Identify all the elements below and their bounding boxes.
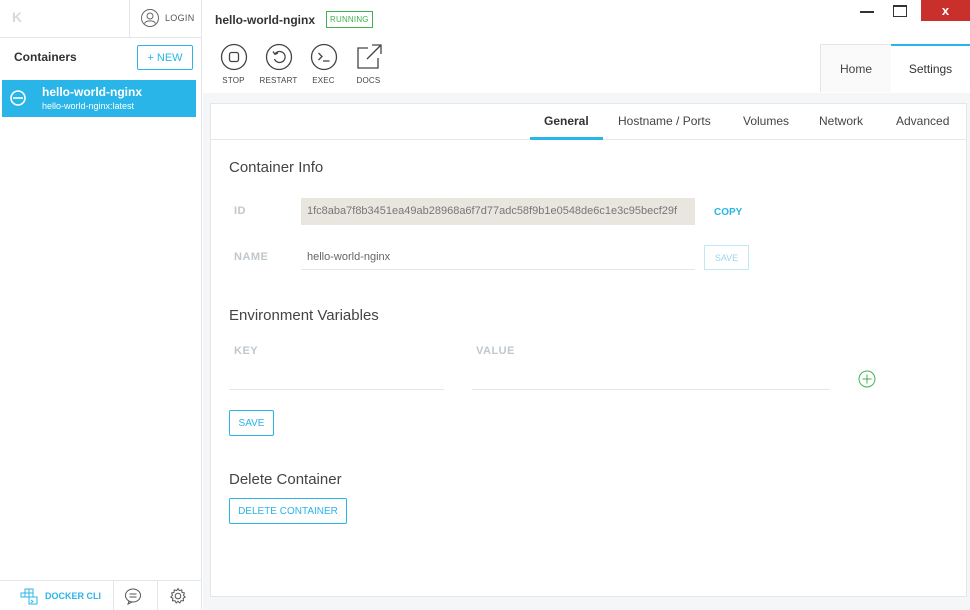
exec-button[interactable]: EXEC [301,43,346,93]
settings-subtabs: General Hostname / Ports Volumes Network… [211,104,966,140]
subtab-advanced[interactable]: Advanced [896,114,949,128]
subtab-network[interactable]: Network [819,114,863,128]
terminal-icon [310,43,337,71]
restart-button[interactable]: RESTART [256,43,301,93]
title-bar: hello-world-nginx RUNNING x [203,0,970,40]
docs-button[interactable]: DOCS [346,43,391,93]
container-name-input[interactable] [301,245,695,270]
kitematic-logo: K [12,9,22,25]
divider [129,0,130,38]
delete-container-button[interactable]: DELETE CONTAINER [229,498,347,524]
docker-cli-button[interactable]: DOCKER CLI [20,587,101,605]
restart-icon [265,43,292,71]
container-id-field: 1fc8aba7f8b3451ea49ab28968a6f7d77adc58f9… [301,198,695,225]
env-key-input[interactable] [229,360,444,390]
save-env-button[interactable]: SAVE [229,410,274,436]
sidebar-top-bar: K LOGIN [0,0,201,38]
user-icon [141,9,159,27]
env-value-label: VALUE [476,345,515,357]
sidebar: K LOGIN Containers + NEW hello-world-ngi… [0,0,202,610]
container-toolbar: STOP RESTART EXEC DOCS [211,43,391,93]
add-env-var-button[interactable] [858,370,876,388]
container-list-item[interactable]: hello-world-nginx hello-world-nginx:late… [2,80,196,117]
login-label: LOGIN [165,13,195,23]
settings-panel: General Hostname / Ports Volumes Network… [210,103,967,597]
status-badge: RUNNING [326,11,373,28]
container-status-icon [10,90,26,106]
env-value-input[interactable] [472,360,830,390]
containers-title: Containers [14,50,77,64]
copy-id-button[interactable]: COPY [714,207,742,218]
maximize-button[interactable] [893,5,907,17]
new-container-button[interactable]: + NEW [137,45,193,70]
container-info-title: Container Info [229,159,324,176]
subtab-hostname-ports[interactable]: Hostname / Ports [618,114,711,128]
plus-circle-icon [858,370,876,388]
docs-label: DOCS [356,76,381,85]
gear-icon [170,587,186,604]
active-subtab-indicator [530,137,603,140]
restart-label: RESTART [259,76,298,85]
subtab-general[interactable]: General [544,114,589,128]
subtab-volumes[interactable]: Volumes [743,114,789,128]
login-button[interactable]: LOGIN [140,8,195,28]
container-image: hello-world-nginx:latest [42,101,135,111]
minimize-icon [860,11,874,13]
preferences-button[interactable] [169,587,187,610]
stop-icon [220,43,247,71]
sidebar-bottom-bar: DOCKER CLI [0,580,202,610]
env-key-label: KEY [234,345,259,357]
divider [113,581,114,610]
env-vars-title: Environment Variables [229,307,379,324]
docker-icon [20,588,38,605]
tab-settings[interactable]: Settings [891,44,970,92]
chat-bubble-icon [125,588,141,605]
id-label: ID [234,205,246,217]
name-label: NAME [234,251,269,263]
docker-cli-label: DOCKER CLI [45,591,101,601]
divider [157,581,158,610]
stop-label: STOP [222,76,245,85]
container-title: hello-world-nginx [215,13,315,27]
container-name: hello-world-nginx [42,85,142,99]
stop-button[interactable]: STOP [211,43,256,93]
external-link-icon [356,44,382,69]
feedback-button[interactable] [124,587,142,610]
tab-home[interactable]: Home [820,44,891,92]
minimize-button[interactable] [853,0,883,28]
delete-container-title: Delete Container [229,471,342,488]
close-button[interactable]: x [921,0,970,21]
main-tabs: Home Settings [820,44,970,92]
exec-label: EXEC [312,76,335,85]
save-name-button[interactable]: SAVE [704,245,749,270]
